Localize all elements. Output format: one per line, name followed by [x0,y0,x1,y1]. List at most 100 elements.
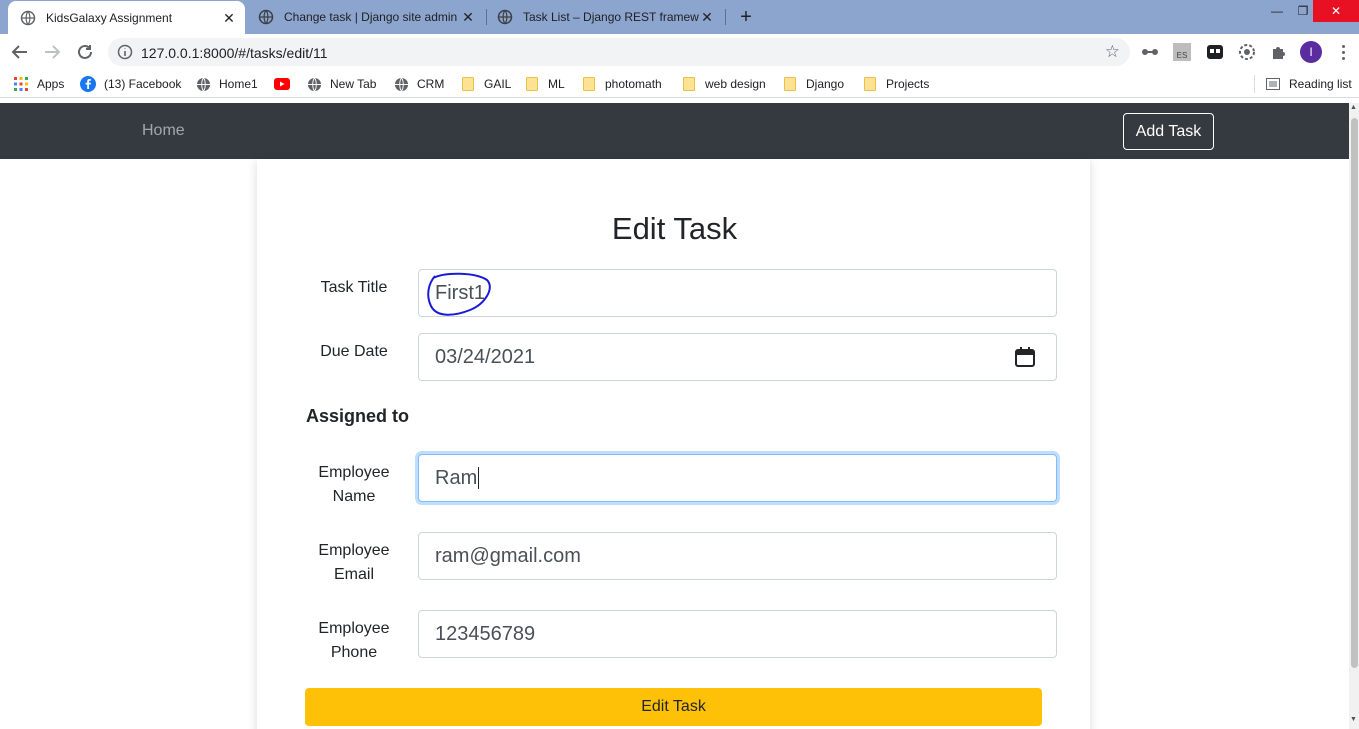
settings-extension-icon[interactable] [1237,42,1257,62]
due-date-label: Due Date [320,343,388,360]
scroll-down-arrow-icon[interactable]: ▼ [1350,716,1357,723]
window-close-button[interactable]: ✕ [1313,0,1359,22]
employee-phone-label: Employee Phone [299,617,409,665]
employee-email-label: Employee Email [299,539,409,587]
bookmark-gail[interactable]: GAIL [460,75,511,93]
address-bar[interactable]: 127.0.0.1:8000/#/tasks/edit/11 ☆ [108,38,1130,66]
globe-icon [306,76,322,92]
nav-home-link[interactable]: Home [142,122,185,140]
back-arrow-icon [11,45,27,59]
bookmark-crm[interactable]: CRM [393,75,444,93]
apps-grid-icon [13,76,29,92]
task-title-label: Task Title [320,279,388,296]
bookmark-label: (13) Facebook [104,77,182,91]
tab-separator [725,9,726,25]
bookmark-label: ML [548,77,565,91]
es-extension-icon[interactable]: ES [1173,43,1191,61]
bookmark-photomath[interactable]: photomath [581,75,662,93]
page-title: Edit Task [611,211,738,246]
close-icon[interactable]: ✕ [699,9,715,25]
browser-menu-icon[interactable] [1336,41,1350,63]
bookmark-label: Home1 [219,77,258,91]
reload-button[interactable] [73,40,97,64]
bookmark-projects[interactable]: Projects [862,75,929,93]
employee-phone-input[interactable]: 123456789 [418,610,1057,658]
globe-icon [497,9,513,25]
due-date-value: 03/24/2021 [435,345,536,368]
label-line: Email [333,566,374,583]
employee-name-label: Employee Name [299,461,409,509]
bookmark-new-tab[interactable]: New Tab [306,75,376,93]
folder-icon [681,76,697,92]
bookmark-star-icon[interactable]: ☆ [1105,42,1120,62]
bookmark-label: CRM [417,77,445,91]
bookmark-home1[interactable]: Home1 [195,75,258,93]
reload-icon [78,44,92,59]
globe-icon [20,10,36,26]
browser-tab-active[interactable]: KidsGalaxy Assignment ✕ [8,1,245,34]
browser-tabstrip: KidsGalaxy Assignment ✕ Change task | Dj… [0,0,1359,34]
tab-extension-icon[interactable] [1205,42,1225,62]
edit-task-submit-button[interactable]: Edit Task [305,688,1042,726]
task-title-input[interactable]: First1 [418,269,1057,317]
bookmark-label: web design [705,77,766,91]
back-button[interactable] [8,40,32,64]
bookmark-facebook[interactable]: (13) Facebook [80,75,181,93]
bookmarks-bar: Apps (13) Facebook Home1 New Tab CRM GAI… [0,70,1359,98]
new-tab-button[interactable]: + [736,7,756,27]
bookmark-label: GAIL [484,77,512,91]
profile-avatar[interactable]: I [1300,41,1322,63]
browser-tab[interactable]: Task List – Django REST framewo ✕ [487,0,723,34]
employee-email-input[interactable]: ram@gmail.com [418,532,1057,580]
label-line: Employee [318,464,390,481]
bookmark-label: Apps [37,77,65,91]
app-navbar: Home Add Task [0,103,1349,159]
annotation-circle [427,272,491,316]
puzzle-extensions-icon[interactable] [1269,42,1289,62]
employee-name-input[interactable]: Ram [418,454,1057,502]
bookmark-apps[interactable]: Apps [13,75,64,93]
scroll-up-arrow-icon[interactable]: ▲ [1350,104,1357,111]
facebook-icon [80,76,96,92]
forward-arrow-icon [45,45,61,59]
employee-email-value: ram@gmail.com [435,544,581,567]
bookmark-django[interactable]: Django [782,75,844,93]
page-viewport: Home Add Task Edit Task Task Title First… [0,103,1349,729]
reading-list-button[interactable]: Reading list [1265,75,1352,93]
tab-title: Change task | Django site admin [284,10,458,24]
tab-title: KidsGalaxy Assignment [46,10,173,25]
employee-name-value: Ram [435,466,478,489]
folder-icon [782,76,798,92]
scrollbar-thumb[interactable] [1351,118,1358,668]
glasses-extension-icon[interactable] [1140,42,1160,62]
info-icon[interactable] [117,44,133,60]
forward-button[interactable] [40,40,64,64]
close-icon[interactable]: ✕ [460,9,476,25]
folder-icon [524,76,540,92]
browser-tab[interactable]: Change task | Django site admin ✕ [248,0,484,34]
label-line: Name [332,488,376,505]
bookmark-label: New Tab [330,77,377,91]
bookmark-ml[interactable]: ML [524,75,565,93]
reading-list-icon [1265,76,1281,92]
youtube-icon [274,76,290,92]
close-icon[interactable]: ✕ [221,10,237,26]
globe-icon [393,76,409,92]
due-date-input[interactable]: 03/24/2021 [418,333,1057,381]
reading-list-label: Reading list [1289,77,1352,91]
add-task-button[interactable]: Add Task [1123,113,1214,150]
globe-icon [195,76,211,92]
bookmarks-divider [1254,75,1255,93]
label-line: Employee [318,620,390,637]
bookmark-youtube[interactable] [274,75,298,93]
folder-icon [862,76,878,92]
bookmark-label: photomath [605,77,662,91]
bookmark-web-design[interactable]: web design [681,75,766,93]
bookmark-label: Projects [886,77,930,91]
bookmark-label: Django [806,77,845,91]
extension-badge: ES [1176,50,1188,60]
text-caret [478,467,480,489]
calendar-icon[interactable] [1014,346,1036,368]
employee-phone-value: 123456789 [435,622,536,645]
browser-toolbar: 127.0.0.1:8000/#/tasks/edit/11 ☆ ES [0,34,1359,70]
